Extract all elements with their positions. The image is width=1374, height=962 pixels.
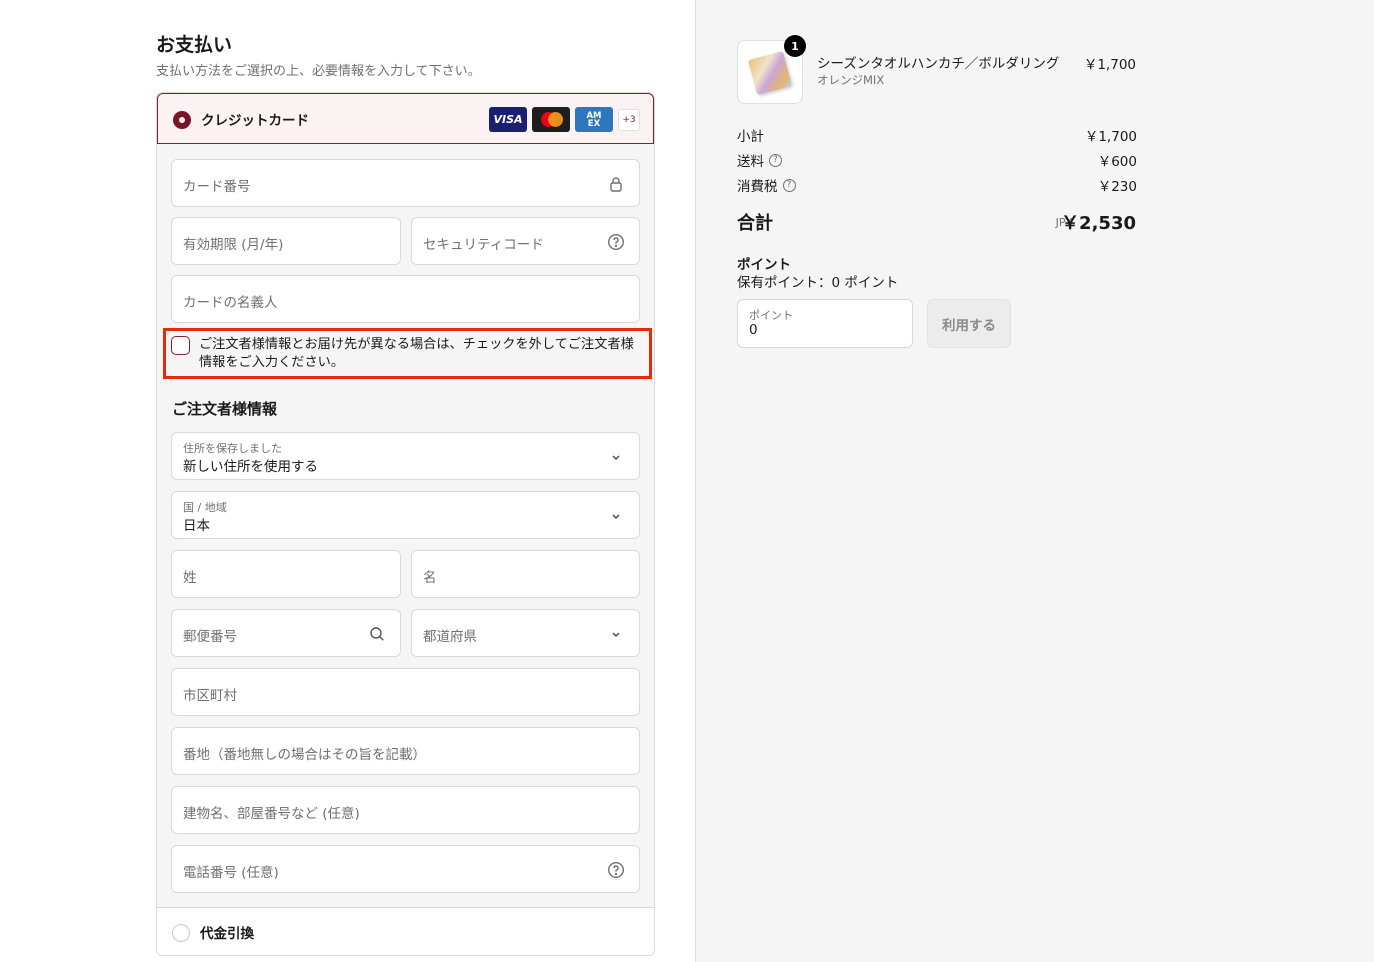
more-brands-badge: +3 [618,108,640,131]
phone-placeholder: 電話番号 (任意) [183,865,279,881]
cod-option[interactable]: 代金引換 [157,908,654,955]
last-name-placeholder: 姓 [183,570,197,586]
address1-field[interactable]: 番地（番地無しの場合はその旨を記載） [171,727,640,775]
lock-icon [610,177,622,192]
cod-label: 代金引換 [200,926,254,942]
card-brand-icons: VISA AM EX +3 [489,107,640,132]
chevron-down-icon [612,514,620,519]
payment-title: お支払い [156,34,233,56]
credit-card-form: カード番号 有効期限 (月/年) セキュリティコード カードの名義人 ご注文者様… [157,144,654,908]
security-code-placeholder: セキュリティコード [423,237,544,253]
chevron-down-icon [612,455,620,460]
credit-card-label: クレジットカード [201,113,309,129]
address2-field[interactable]: 建物名、部屋番号など (任意) [171,786,640,834]
help-icon[interactable] [607,861,625,879]
first-name-placeholder: 名 [423,570,437,586]
visa-icon: VISA [489,107,527,132]
first-name-field[interactable]: 名 [411,550,640,598]
towel-image [747,50,793,96]
last-name-field[interactable]: 姓 [171,550,401,598]
order-summary: 1 シーズンタオルハンカチ／ボルダリング オレンジMIX ￥1,700 小計 ￥… [695,0,1374,962]
saved-address-select[interactable]: 住所を保存しました 新しい住所を使用する [171,432,640,480]
postal-code-field[interactable]: 郵便番号 [171,609,401,657]
points-input-label: ポイント [749,309,793,322]
points-input-value: 0 [749,322,758,338]
credit-card-option[interactable]: クレジットカード VISA AM EX +3 [157,93,654,144]
points-held: 保有ポイント：0 ポイント [737,275,899,291]
quantity-badge: 1 [784,35,806,57]
shipping-value: ￥600 [1097,154,1137,170]
saved-address-label: 住所を保存しました [183,442,282,455]
product-price: ￥1,700 [1083,57,1136,73]
billing-same-checkbox[interactable] [171,336,190,355]
points-input[interactable]: ポイント 0 [737,299,913,348]
card-name-placeholder: カードの名義人 [183,295,278,311]
postal-code-placeholder: 郵便番号 [183,629,237,645]
expiry-placeholder: 有効期限 (月/年) [183,237,284,253]
credit-card-radio[interactable] [173,111,191,129]
payment-methods: クレジットカード VISA AM EX +3 カード番号 有効期限 (月/年) セ… [156,92,655,956]
country-select[interactable]: 国 / 地域 日本 [171,491,640,539]
card-number-placeholder: カード番号 [183,179,251,195]
tax-label: 消費税 [737,179,778,195]
payment-panel: お支払い 支払い方法をご選択の上、必要情報を入力して下さい。 クレジットカード … [0,0,695,962]
card-number-field[interactable]: カード番号 [171,159,640,207]
country-value: 日本 [183,518,210,534]
help-icon[interactable]: ? [769,153,782,167]
payment-subtitle: 支払い方法をご選択の上、必要情報を入力して下さい。 [156,64,481,79]
city-placeholder: 市区町村 [183,688,237,704]
billing-checkbox-label: ご注文者様情報とお届け先が異なる場合は、チェックを外してご注文者様情報をご入力く… [199,337,634,370]
phone-field[interactable]: 電話番号 (任意) [171,845,640,893]
use-points-button[interactable]: 利用する [927,299,1011,348]
chevron-down-icon [612,632,620,637]
total-label: 合計 [737,213,773,234]
saved-address-value: 新しい住所を使用する [183,459,318,475]
address2-placeholder: 建物名、部屋番号など (任意) [183,806,360,822]
prefecture-placeholder: 都道府県 [423,629,477,645]
product-variant: オレンジMIX [817,73,885,87]
subtotal-label: 小計 [737,129,764,145]
product-name: シーズンタオルハンカチ／ボルダリング [817,56,1060,72]
search-icon[interactable] [368,625,386,643]
city-field[interactable]: 市区町村 [171,668,640,716]
shipping-label: 送料 [737,154,764,170]
total-value: ￥2,530 [1061,213,1136,234]
tax-value: ￥230 [1097,179,1137,195]
mastercard-icon [532,107,570,132]
prefecture-select[interactable]: 都道府県 [411,609,640,657]
subtotal-value: ￥1,700 [1084,129,1137,145]
billing-section-title: ご注文者様情報 [172,400,278,418]
address1-placeholder: 番地（番地無しの場合はその旨を記載） [183,747,426,763]
help-icon[interactable]: ? [782,178,796,192]
card-name-field[interactable]: カードの名義人 [171,275,640,323]
country-label: 国 / 地域 [183,501,227,514]
expiry-field[interactable]: 有効期限 (月/年) [171,217,401,265]
security-code-field[interactable]: セキュリティコード [411,217,640,265]
amex-icon: AM EX [575,107,613,132]
help-icon[interactable] [607,233,625,251]
points-title: ポイント [737,257,791,273]
cod-radio[interactable] [172,924,190,942]
